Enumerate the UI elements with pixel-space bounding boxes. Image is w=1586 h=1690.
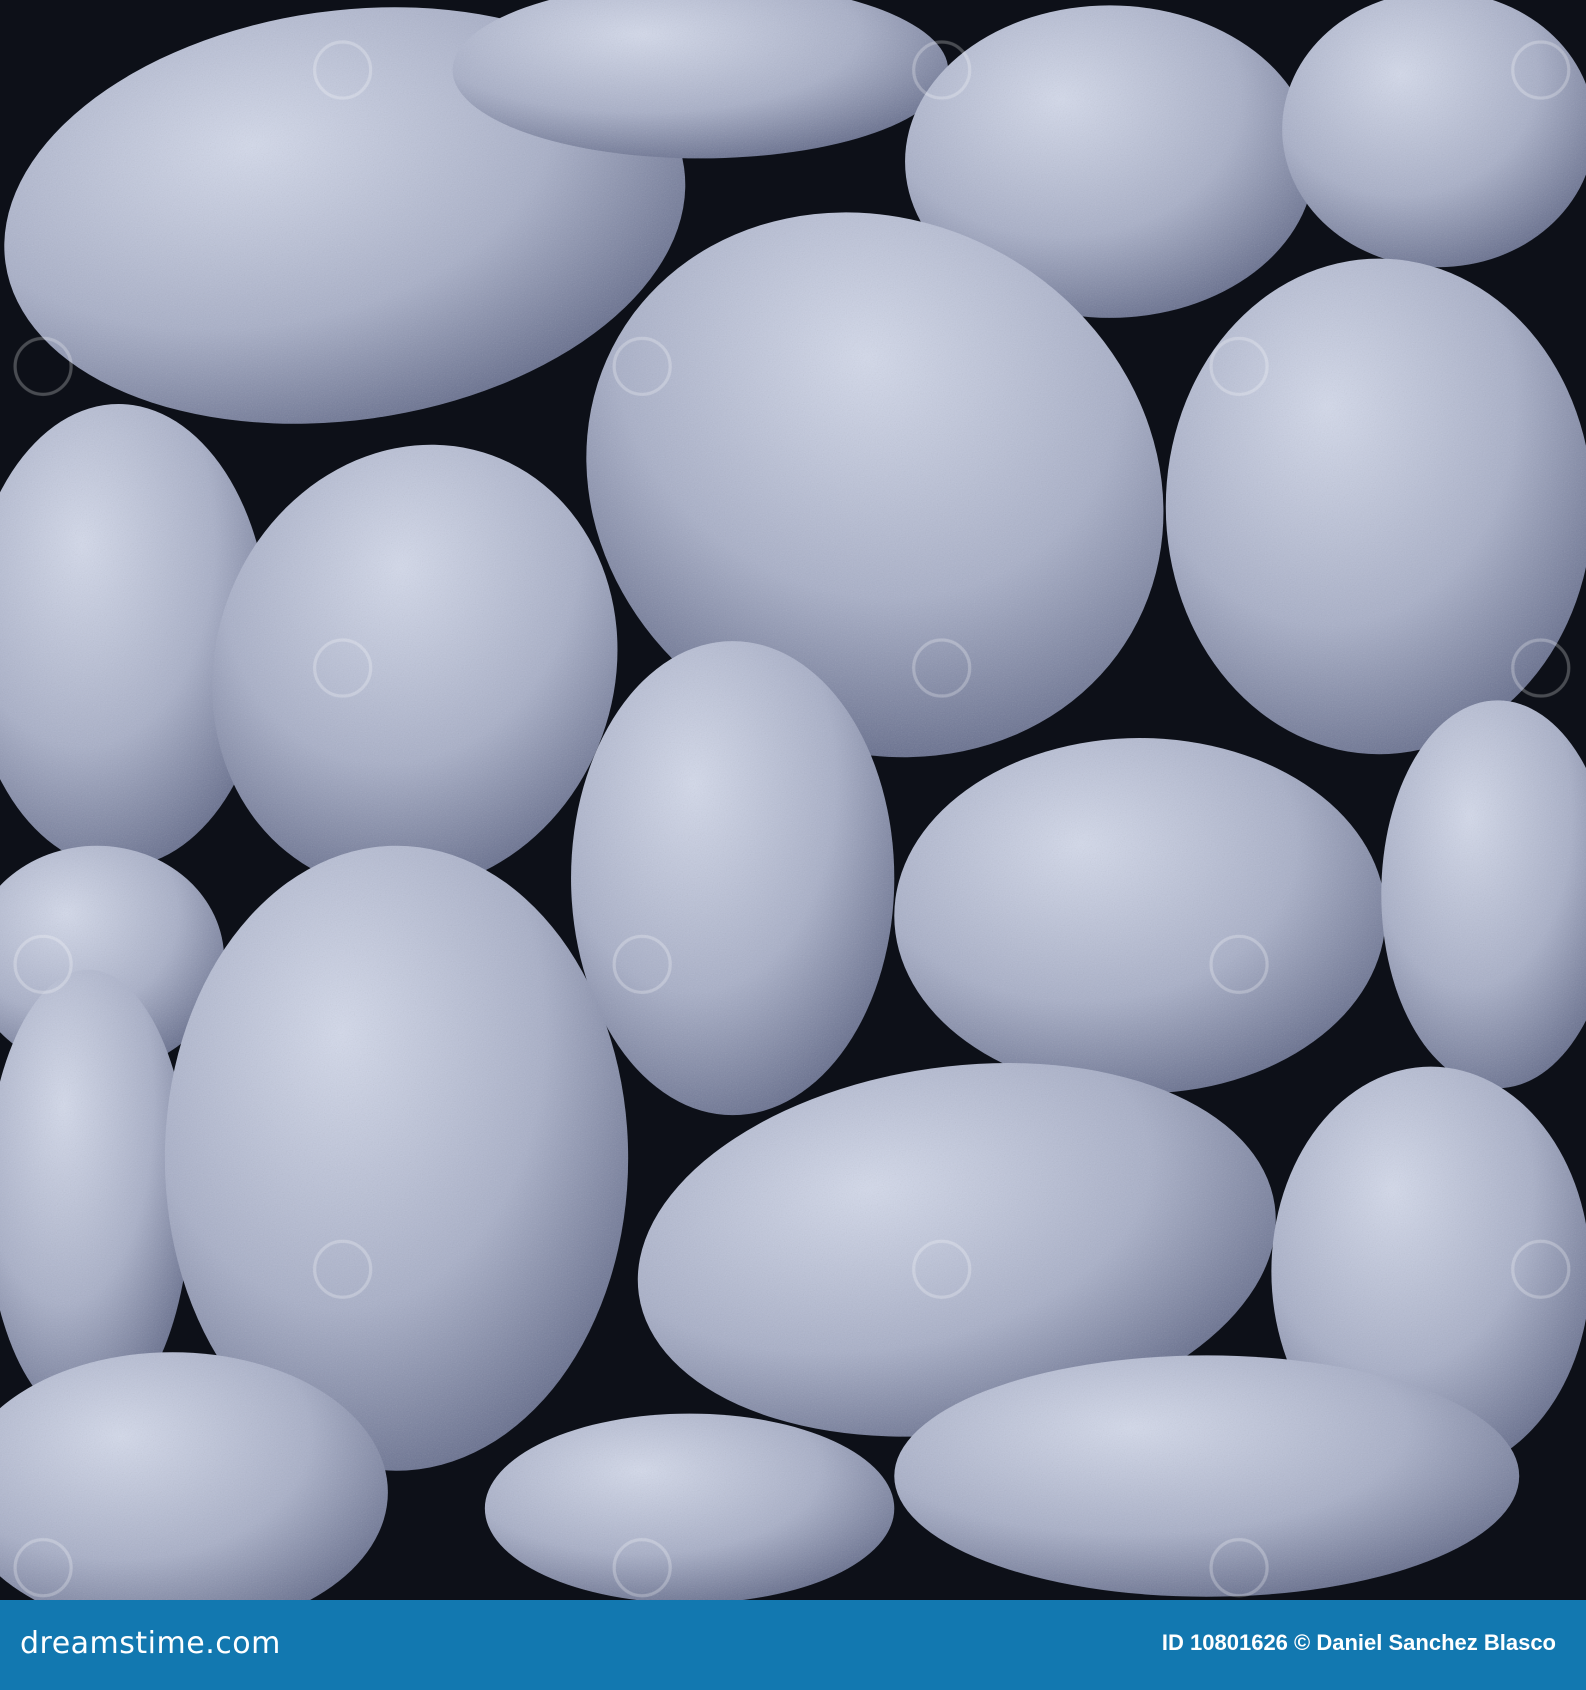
pebbles-photo <box>0 0 1586 1600</box>
stock-photo: dreamstime.com ID 10801626 © Daniel Sanc… <box>0 0 1586 1690</box>
brand-logo[interactable]: dreamstime.com <box>20 1626 281 1661</box>
footer-bar: dreamstime.com ID 10801626 © Daniel Sanc… <box>0 1600 1586 1690</box>
image-credit: ID 10801626 © Daniel Sanchez Blasco <box>1161 1630 1556 1655</box>
